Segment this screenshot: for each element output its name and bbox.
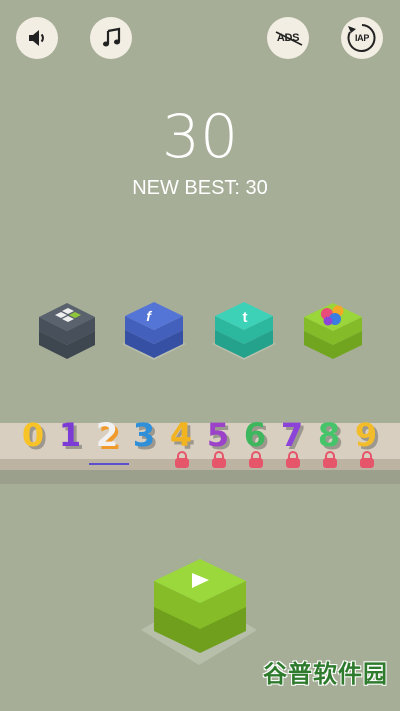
selected-character-indicator [89,463,129,465]
character-3[interactable]: 33 [128,415,162,457]
leaderboard-button[interactable] [37,297,97,368]
lock-icon [286,451,300,468]
music-note-icon [103,27,121,47]
lock-icon [249,451,263,468]
speaker-icon [29,30,44,46]
lock-icon [212,451,226,468]
lock-icon [175,451,189,468]
score-value: 30 [161,102,239,172]
character-glyph: 1 [59,416,81,454]
character-glyph: 9 [355,416,377,454]
character-0[interactable]: 00 [17,415,51,457]
lock-icon [360,451,374,468]
character-glyph: 6 [244,416,266,454]
character-2[interactable]: 22 [91,415,125,457]
character-glyph: 7 [281,416,303,454]
watermark: 谷普软件园 [263,661,388,688]
facebook-button[interactable]: f [122,296,186,371]
character-shelf-shadow [0,470,400,484]
iap-button[interactable]: IAP [341,17,383,59]
music-button[interactable] [90,17,132,59]
no-ads-button[interactable]: ADS [267,17,309,59]
character-glyph: 4 [170,416,192,454]
character-glyph: 3 [133,416,155,454]
character-glyph: 0 [22,416,44,454]
play-button[interactable] [152,553,248,668]
tumblr-icon: t [243,309,248,326]
tumblr-button[interactable]: t [212,296,276,371]
character-glyph: 8 [318,416,340,454]
no-ads-icon: ADS [275,31,303,46]
sound-button[interactable] [16,17,58,59]
character-glyph: 2 [96,416,118,454]
game-center-button[interactable] [302,297,364,368]
best-score-text: NEW BEST: 30 [132,177,268,199]
character-glyph: 5 [207,416,229,454]
lock-icon [323,451,337,468]
iap-label: IAP [354,33,370,43]
character-1[interactable]: 11 [54,415,88,457]
